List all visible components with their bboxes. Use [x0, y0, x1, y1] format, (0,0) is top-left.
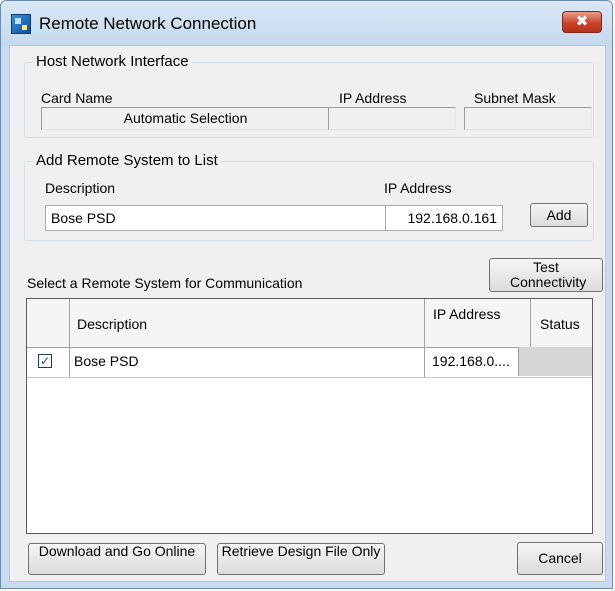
remote-description-label: Description — [45, 180, 116, 196]
test-connectivity-button[interactable]: Test Connectivity — [489, 258, 603, 292]
table-row[interactable]: ✓ Bose PSD 192.168.0.... — [27, 347, 592, 378]
card-name-label: Card Name — [41, 90, 113, 106]
row-status — [518, 347, 592, 376]
remote-network-connection-dialog: Remote Network Connection ✖ Host Network… — [0, 0, 613, 589]
remote-description-input[interactable]: Bose PSD — [45, 205, 389, 231]
host-ip-address-field[interactable] — [328, 107, 456, 130]
column-divider — [530, 299, 531, 347]
retrieve-design-file-button[interactable]: Retrieve Design File Only — [217, 543, 385, 575]
subnet-mask-field[interactable] — [464, 107, 592, 130]
title-bar[interactable]: Remote Network Connection ✖ — [1, 1, 612, 45]
card-name-field[interactable]: Automatic Selection — [41, 107, 330, 130]
dialog-client-area: Host Network Interface Card Name Automat… — [9, 45, 606, 582]
column-header-status[interactable]: Status — [540, 316, 580, 332]
add-remote-system-legend: Add Remote System to List — [33, 152, 221, 169]
row-select-checkbox[interactable]: ✓ — [38, 354, 52, 368]
close-button[interactable]: ✖ — [562, 11, 602, 33]
add-remote-system-group: Add Remote System to List Description Bo… — [24, 152, 594, 241]
row-description: Bose PSD — [74, 353, 139, 369]
select-remote-system-label: Select a Remote System for Communication — [27, 275, 303, 291]
remote-systems-table: Description IP Address Status ✓ Bose PSD… — [26, 298, 593, 534]
window-title: Remote Network Connection — [39, 14, 257, 33]
host-network-interface-legend: Host Network Interface — [33, 53, 192, 70]
download-and-go-online-button[interactable]: Download and Go Online — [28, 543, 206, 575]
add-button[interactable]: Add — [530, 203, 588, 227]
host-ip-address-label: IP Address — [339, 90, 407, 106]
row-ip-address: 192.168.0.... — [432, 353, 510, 369]
remote-ip-address-input[interactable]: 192.168.0.161 — [385, 205, 503, 231]
remote-ip-address-label: IP Address — [384, 180, 452, 196]
table-header: Description IP Address Status — [27, 299, 592, 348]
cancel-button[interactable]: Cancel — [517, 542, 603, 575]
app-icon — [11, 14, 31, 34]
column-header-ip-address[interactable]: IP Address — [433, 306, 503, 323]
subnet-mask-label: Subnet Mask — [474, 90, 556, 106]
host-network-interface-group: Host Network Interface Card Name Automat… — [24, 53, 594, 138]
column-header-description[interactable]: Description — [77, 316, 147, 332]
